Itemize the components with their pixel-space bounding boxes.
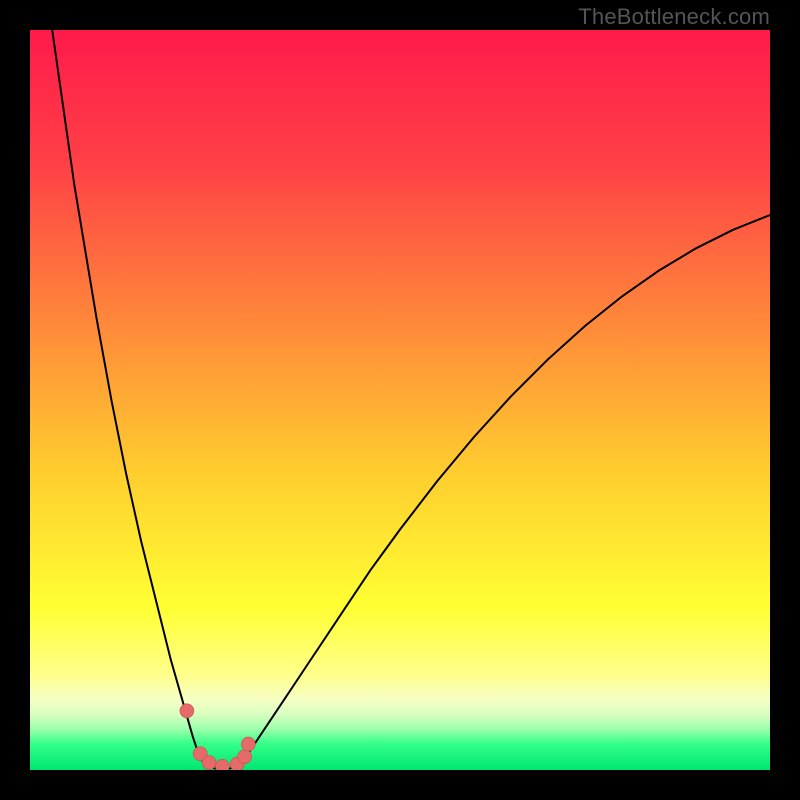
chart-frame: TheBottleneck.com — [0, 0, 800, 800]
data-point — [241, 737, 255, 751]
plot-area — [30, 30, 770, 770]
watermark-text: TheBottleneck.com — [578, 4, 770, 30]
data-point — [215, 759, 229, 770]
data-point — [238, 750, 252, 764]
curve-layer — [30, 30, 770, 770]
data-point — [180, 704, 194, 718]
data-markers — [180, 704, 255, 770]
bottleneck-curve — [52, 30, 770, 769]
data-point — [202, 756, 216, 770]
